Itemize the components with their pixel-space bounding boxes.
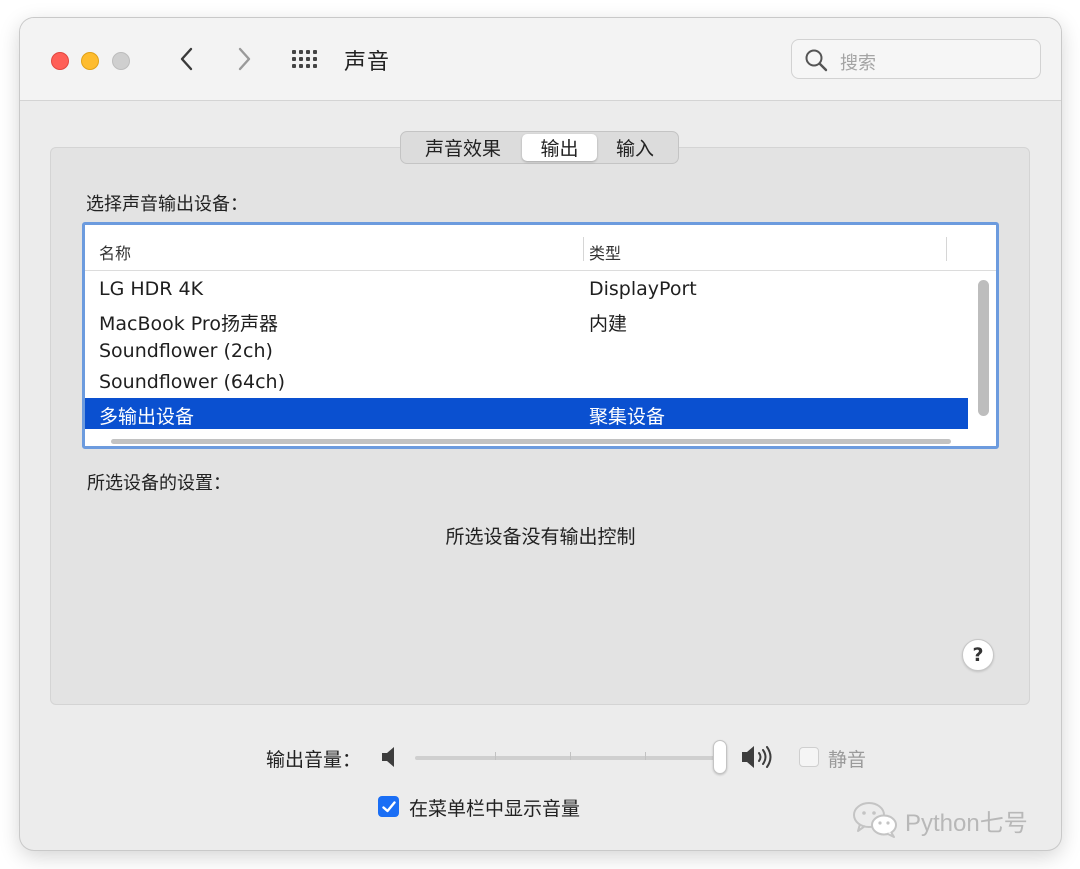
show-all-grid-icon[interactable]	[292, 50, 322, 70]
tab-output[interactable]: 输出	[522, 134, 597, 161]
close-button[interactable]	[51, 52, 69, 70]
table-row-selected[interactable]: 多输出设备 聚集设备	[85, 398, 968, 429]
table-row[interactable]: MacBook Pro扬声器 内建	[85, 305, 968, 336]
tab-sound-effects[interactable]: 声音效果	[404, 134, 522, 161]
minimize-button[interactable]	[81, 52, 99, 70]
speaker-high-icon[interactable]	[741, 744, 777, 770]
zoom-button[interactable]	[112, 52, 130, 70]
search-field[interactable]: 搜索	[791, 39, 1041, 79]
device-name: Soundflower (64ch)	[99, 371, 285, 393]
forward-button[interactable]	[229, 44, 259, 74]
no-output-control-message: 所选设备没有输出控制	[445, 526, 636, 548]
device-type: 聚集设备	[589, 406, 666, 428]
device-name: LG HDR 4K	[99, 278, 204, 300]
chevron-right-icon	[238, 47, 251, 71]
wechat-icon	[853, 802, 897, 838]
device-settings-label: 所选设备的设置：	[87, 473, 231, 494]
checkmark-icon	[381, 800, 396, 812]
column-header-type[interactable]: 类型	[589, 240, 621, 264]
title-bar: 声音 搜索	[20, 18, 1061, 101]
search-icon	[805, 49, 828, 72]
select-device-label: 选择声音输出设备：	[86, 194, 248, 215]
back-button[interactable]	[172, 44, 202, 74]
column-header-name[interactable]: 名称	[99, 240, 131, 264]
tab-bar: 声音效果 输出 输入	[400, 131, 679, 164]
show-volume-in-menu-bar-label: 在菜单栏中显示音量	[409, 798, 581, 820]
vertical-scrollbar[interactable]	[978, 280, 989, 416]
search-placeholder: 搜索	[840, 53, 876, 74]
speaker-low-icon[interactable]	[381, 746, 399, 768]
watermark-text: Python七号	[905, 810, 1028, 837]
table-row[interactable]: Soundflower (64ch)	[85, 367, 968, 398]
chevron-left-icon	[180, 47, 193, 71]
show-volume-in-menu-bar-checkbox[interactable]	[378, 796, 399, 817]
horizontal-scrollbar[interactable]	[111, 439, 951, 444]
device-type: 内建	[589, 313, 628, 335]
mute-checkbox[interactable]	[799, 747, 819, 767]
output-device-table[interactable]: 名称 类型 LG HDR 4K DisplayPort MacBook Pro扬…	[82, 222, 999, 449]
sound-preferences-window: 声音 搜索 声音效果 输出 输入 选择声音输出设备： 名称 类型 LG HDR …	[20, 18, 1061, 850]
column-divider	[946, 237, 947, 261]
output-volume-label: 输出音量：	[266, 749, 362, 771]
table-header: 名称 类型	[85, 225, 996, 271]
slider-tick	[495, 752, 496, 760]
volume-slider-knob[interactable]	[713, 740, 727, 774]
mute-label: 静音	[828, 749, 867, 771]
table-row[interactable]: Soundflower (2ch)	[85, 336, 968, 367]
table-row[interactable]: LG HDR 4K DisplayPort	[85, 274, 968, 305]
tab-input[interactable]: 输入	[597, 134, 673, 161]
device-type: DisplayPort	[589, 278, 697, 300]
device-name: 多输出设备	[99, 406, 195, 428]
slider-tick	[570, 752, 571, 760]
device-name: Soundflower (2ch)	[99, 340, 273, 362]
window-title: 声音	[344, 50, 391, 75]
help-button[interactable]: ?	[962, 639, 994, 671]
column-divider	[583, 237, 584, 261]
device-name: MacBook Pro扬声器	[99, 313, 278, 335]
slider-tick	[645, 752, 646, 760]
